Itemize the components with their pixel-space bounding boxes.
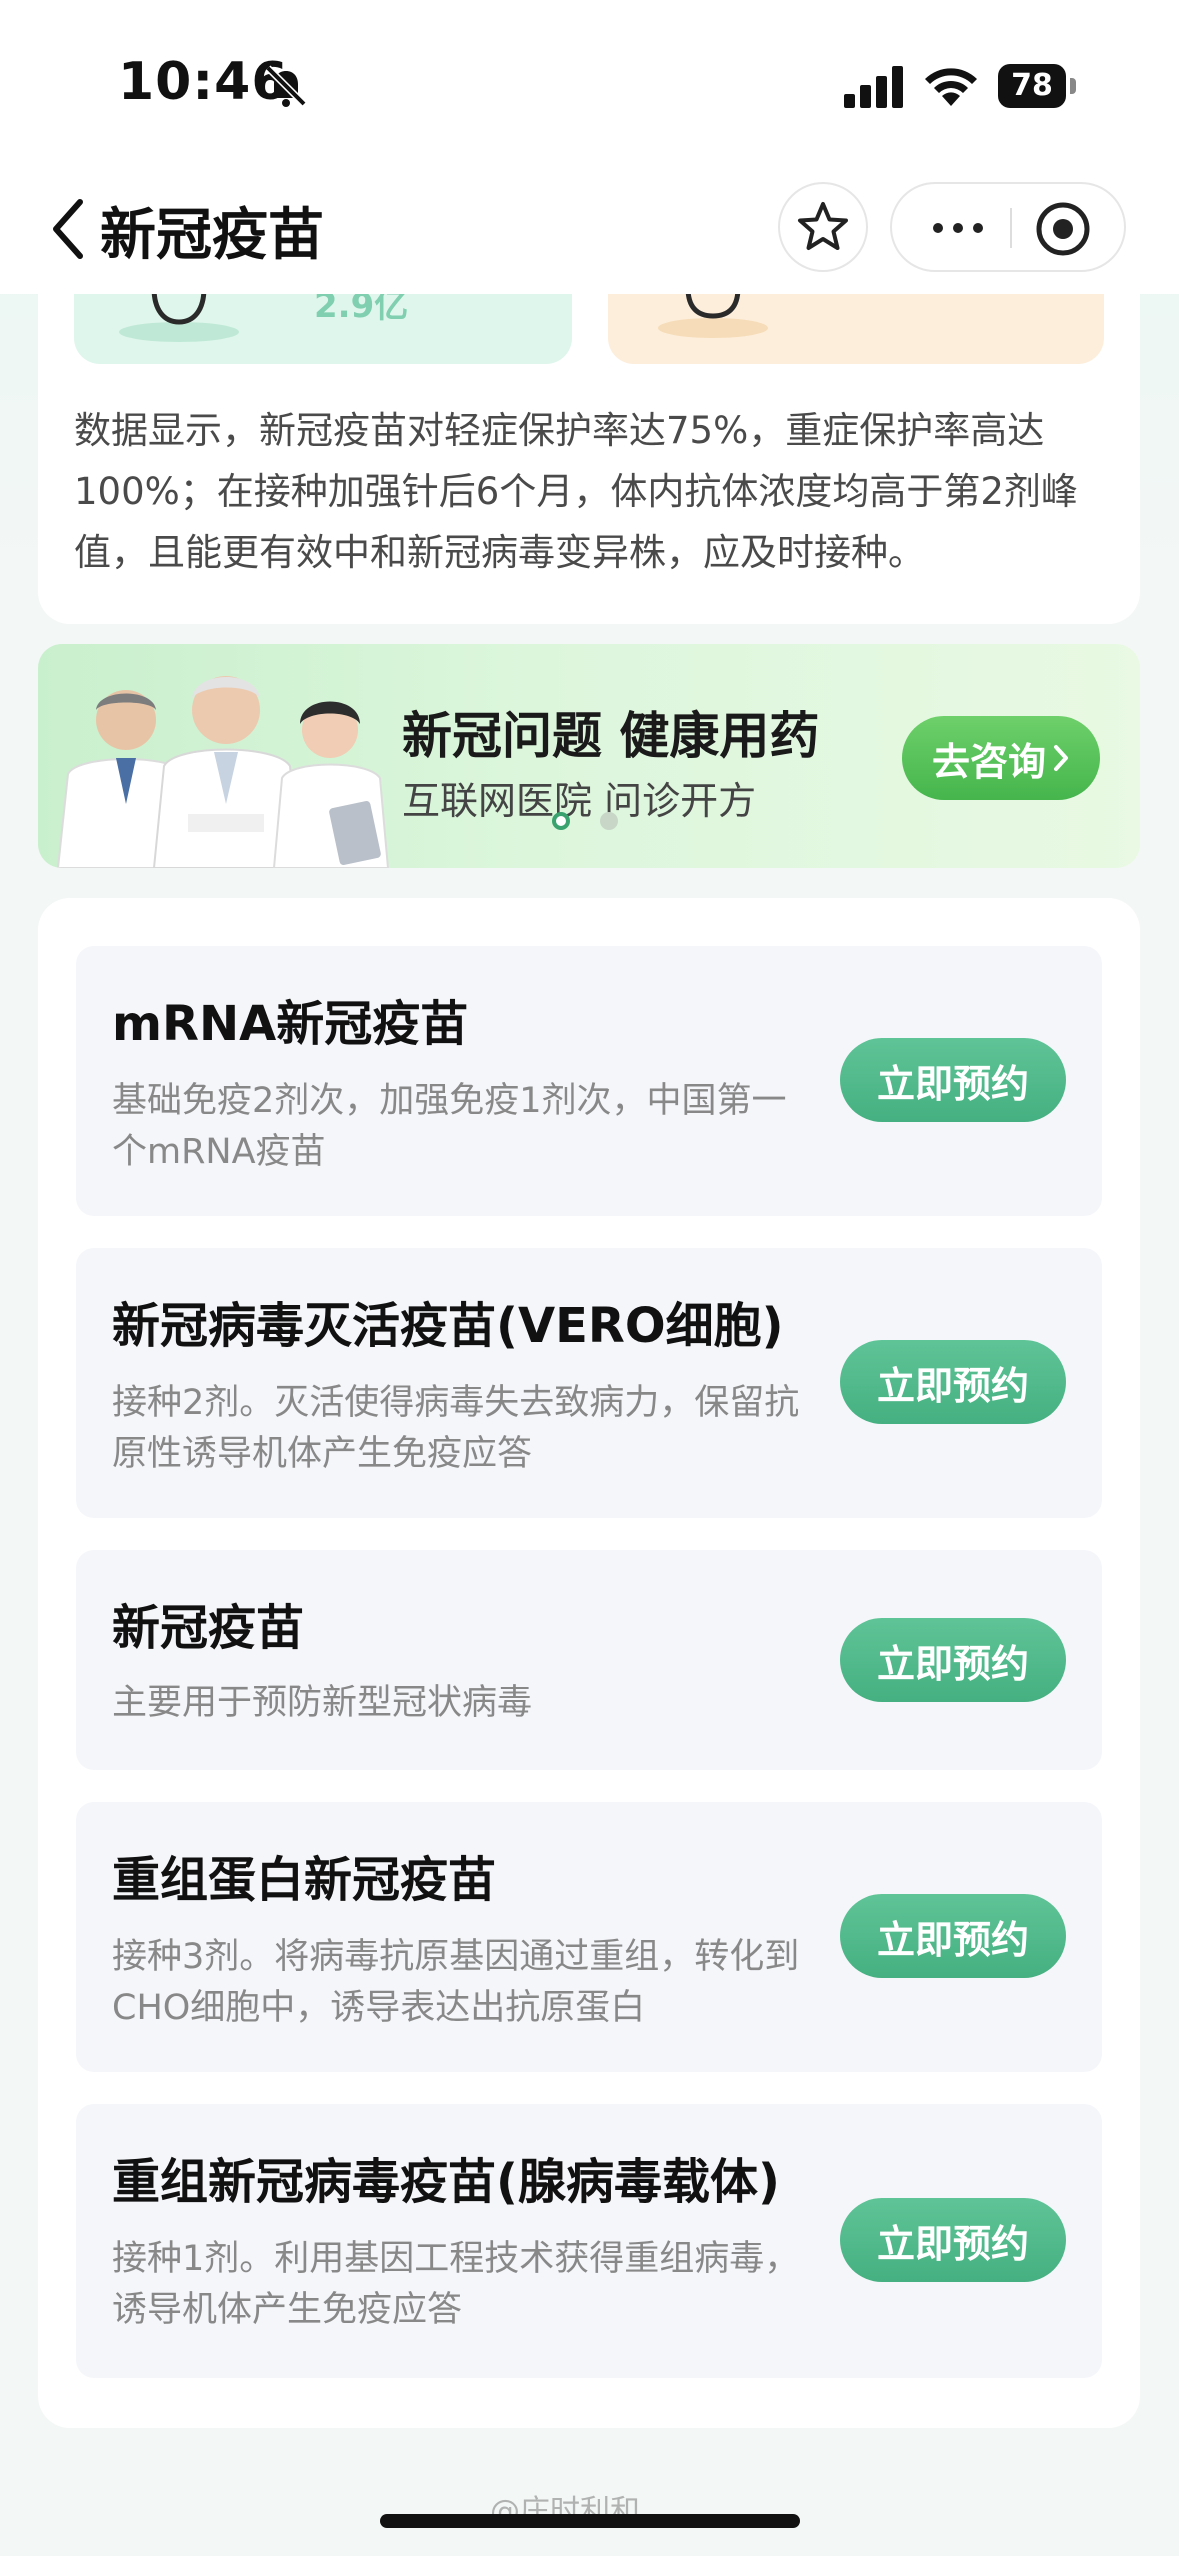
page-title: 新冠疫苗 [100, 203, 324, 268]
vaccine-name: 新冠疫苗 [112, 1600, 305, 1656]
vaccine-name: 重组蛋白新冠疫苗 [112, 1852, 497, 1908]
book-button[interactable]: 立即预约 [840, 2198, 1066, 2282]
list-item[interactable]: 新冠疫苗 主要用于预防新型冠状病毒 立即预约 [76, 1550, 1102, 1770]
capsule-divider [1010, 208, 1012, 248]
home-indicator[interactable] [380, 2514, 800, 2528]
nav-bar: 新冠疫苗 [0, 160, 1179, 294]
wifi-icon [925, 68, 977, 106]
status-bar: 10:46 78 [0, 0, 1179, 160]
vaccine-desc: 接种1剂。利用基因工程技术获得重组病毒，诱导机体产生免疫应答 [112, 2239, 800, 2330]
battery-cap [1070, 78, 1076, 94]
back-icon[interactable] [46, 196, 90, 262]
book-button[interactable]: 立即预约 [840, 1894, 1066, 1978]
more-icon[interactable] [916, 204, 1000, 252]
list-item[interactable]: mRNA新冠疫苗 基础免疫2剂次，加强免疫1剂次，中国第一个mRNA疫苗 立即预… [76, 946, 1102, 1216]
pager-dot[interactable] [600, 812, 618, 830]
syringe-illustration-icon [119, 288, 239, 342]
pager-dot-active[interactable] [552, 812, 570, 830]
list-item[interactable]: 新冠病毒灭活疫苗(VERO细胞) 接种2剂。灭活使得病毒失去致病力，保留抗原性诱… [76, 1248, 1102, 1518]
vaccine-desc: 基础免疫2剂次，加强免疫1剂次，中国第一个mRNA疫苗 [112, 1081, 787, 1172]
signal-icon [844, 66, 903, 108]
bell-slash-icon [265, 65, 307, 107]
miniapp-capsule [890, 182, 1126, 272]
shield-illustration-icon [658, 288, 768, 338]
vaccine-desc: 主要用于预防新型冠状病毒 [112, 1683, 533, 1723]
favorite-button[interactable] [778, 182, 868, 272]
vaccine-name: 新冠病毒灭活疫苗(VERO细胞) [112, 1298, 784, 1354]
banner-title: 新冠问题 健康用药 [402, 707, 820, 765]
efficacy-description: 数据显示，新冠疫苗对轻症保护率达75%，重症保护率高达100%；在接种加强针后6… [74, 409, 1078, 574]
consult-button-label: 去咨询 [931, 739, 1046, 784]
consult-banner[interactable]: 新冠问题 健康用药 互联网医院 问诊开方 去咨询 [38, 644, 1140, 868]
book-button[interactable]: 立即预约 [840, 1618, 1066, 1702]
book-button[interactable]: 立即预约 [840, 1038, 1066, 1122]
stat-tile-secondary [608, 288, 1104, 364]
list-item[interactable]: 重组新冠病毒疫苗(腺病毒载体) 接种1剂。利用基因工程技术获得重组病毒，诱导机体… [76, 2104, 1102, 2378]
vaccine-name: 重组新冠病毒疫苗(腺病毒载体) [112, 2154, 780, 2210]
consult-button[interactable]: 去咨询 [902, 716, 1100, 800]
banner-pager [552, 812, 618, 830]
target-icon[interactable] [1034, 200, 1092, 258]
doctors-illustration-icon [56, 676, 390, 868]
list-item[interactable]: 重组蛋白新冠疫苗 接种3剂。将病毒抗原基因通过重组，转化到CHO细胞中，诱导表达… [76, 1802, 1102, 2072]
stat-tile-vaccinated: 2.9亿 [74, 288, 572, 364]
vaccine-desc: 接种3剂。将病毒抗原基因通过重组，转化到CHO细胞中，诱导表达出抗原蛋白 [112, 1937, 800, 2028]
chevron-right-icon [1054, 745, 1068, 771]
vaccine-stats-card: 2.9亿 数据显示，新冠疫苗对轻症保护率达75%，重症保护率高达100%；在接种… [38, 250, 1140, 624]
vaccine-desc: 接种2剂。灭活使得病毒失去致病力，保留抗原性诱导机体产生免疫应答 [112, 1383, 800, 1474]
battery-icon: 78 [998, 64, 1066, 108]
book-button[interactable]: 立即预约 [840, 1340, 1066, 1424]
star-icon [798, 202, 848, 250]
vaccine-list: mRNA新冠疫苗 基础免疫2剂次，加强免疫1剂次，中国第一个mRNA疫苗 立即预… [38, 898, 1140, 2428]
vaccine-name: mRNA新冠疫苗 [112, 996, 469, 1052]
